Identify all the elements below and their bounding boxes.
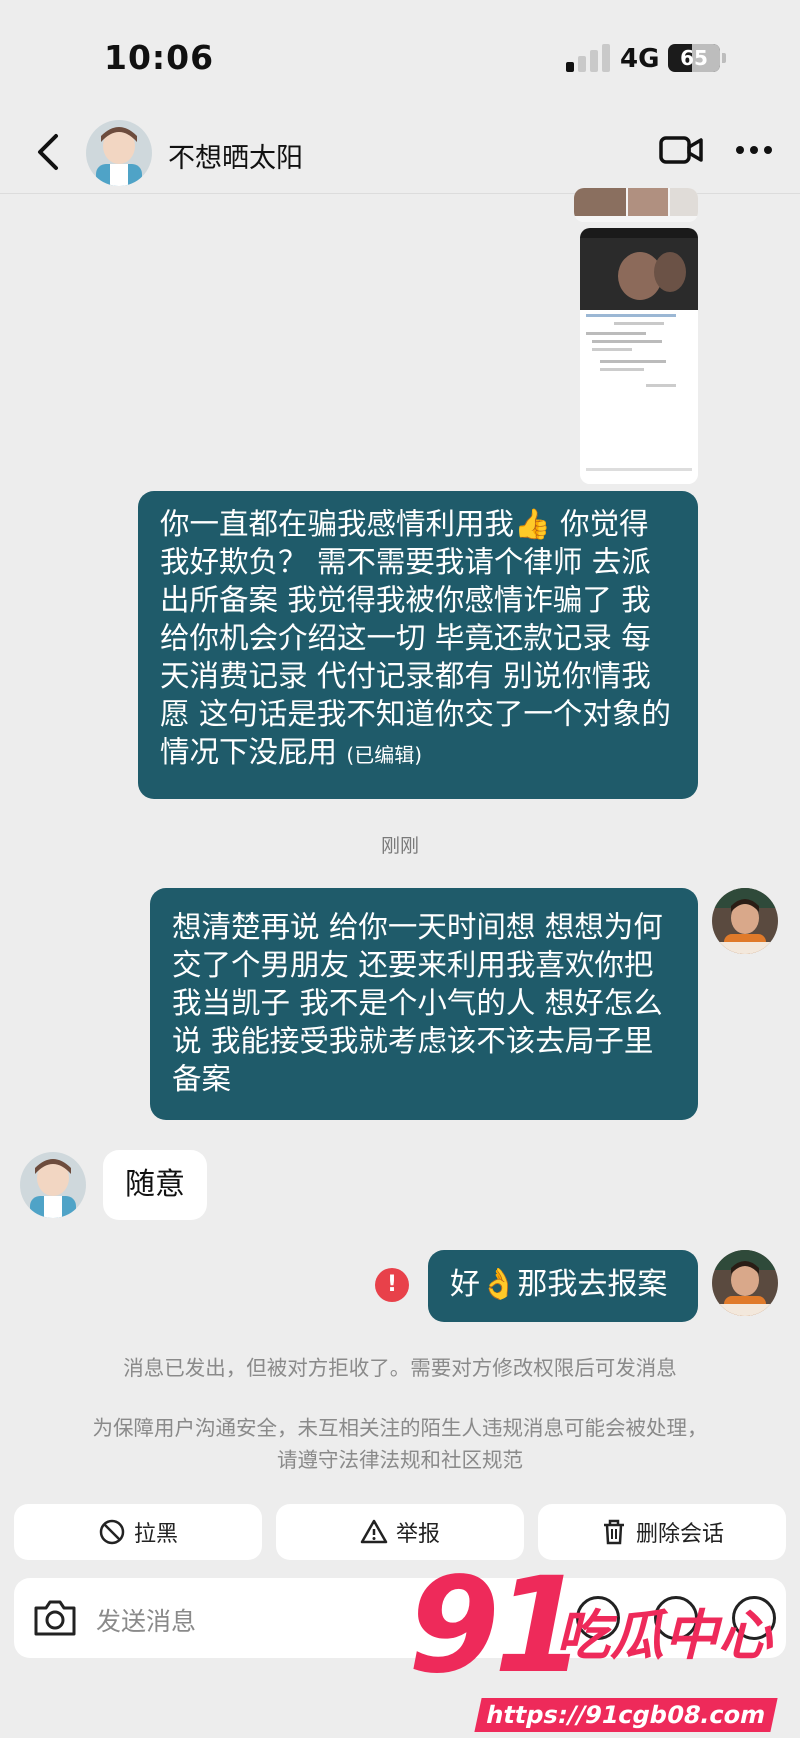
message-text: 你一直都在骗我感情利用我👍 你觉得我好欺负？ 需不需要我请个律师 去派出所备案 … — [160, 507, 671, 769]
watermark-url: https://91cgb08.com — [474, 1698, 778, 1732]
contact-avatar[interactable] — [86, 120, 152, 186]
battery-tip — [722, 53, 726, 63]
rejected-notice: 消息已发出，但被对方拒收了。需要对方修改权限后可发消息 — [123, 1356, 677, 1380]
send-failed-icon[interactable]: ! — [375, 1268, 409, 1302]
video-call-icon[interactable] — [658, 132, 704, 168]
block-button[interactable]: 拉黑 — [14, 1504, 262, 1560]
battery-icon: 65 — [668, 44, 720, 72]
signal-icon — [566, 44, 610, 72]
my-avatar[interactable] — [712, 888, 778, 954]
message-bubble-outgoing[interactable]: 你一直都在骗我感情利用我👍 你觉得我好欺负？ 需不需要我请个律师 去派出所备案 … — [138, 491, 698, 799]
delete-label: 删除会话 — [635, 1522, 724, 1547]
report-label: 举报 — [395, 1522, 440, 1547]
my-avatar[interactable] — [712, 1250, 778, 1316]
image-message-screenshot[interactable] — [580, 228, 698, 484]
safety-notice: 为保障用户沟通安全，未互相关注的陌生人违规消息可能会被处理，请遵守法律法规和社区… — [92, 1416, 708, 1472]
trash-icon — [603, 1519, 624, 1545]
block-icon — [99, 1519, 125, 1545]
status-time: 10:06 — [104, 38, 215, 77]
contact-name[interactable]: 不想晒太阳 — [168, 136, 303, 175]
more-icon[interactable] — [732, 132, 776, 168]
watermark-logo: 91 吃瓜中心 https://91cgb08.com — [398, 1556, 788, 1738]
message-timestamp: 刚刚 — [380, 835, 419, 857]
action-bar: 拉黑 举报 删除会话 — [0, 1504, 800, 1560]
battery-level: 65 — [680, 46, 708, 70]
status-bar: 10:06 4G 65 — [0, 0, 800, 110]
edited-tag: (已编辑) — [346, 743, 423, 767]
back-icon[interactable] — [28, 130, 72, 174]
message-input[interactable]: 发送消息 — [96, 1602, 196, 1638]
watermark-text: 吃瓜中心 — [556, 1604, 772, 1667]
contact-avatar[interactable] — [20, 1152, 86, 1218]
warning-icon — [360, 1519, 388, 1544]
message-bubble-outgoing[interactable]: 想清楚再说 给你一天时间想 想想为何交了个男朋友 还要来利用我喜欢你把我当凯子 … — [150, 888, 698, 1120]
message-bubble-outgoing[interactable]: 好👌那我去报案 — [428, 1250, 698, 1322]
block-label: 拉黑 — [133, 1522, 178, 1547]
watermark-number: 91 — [408, 1549, 586, 1703]
network-type: 4G — [620, 44, 660, 74]
chat-header: 不想晒太阳 — [0, 110, 800, 194]
image-message-thumbnail[interactable] — [574, 188, 698, 222]
camera-icon[interactable] — [32, 1596, 78, 1640]
message-bubble-incoming[interactable]: 随意 — [103, 1150, 207, 1220]
